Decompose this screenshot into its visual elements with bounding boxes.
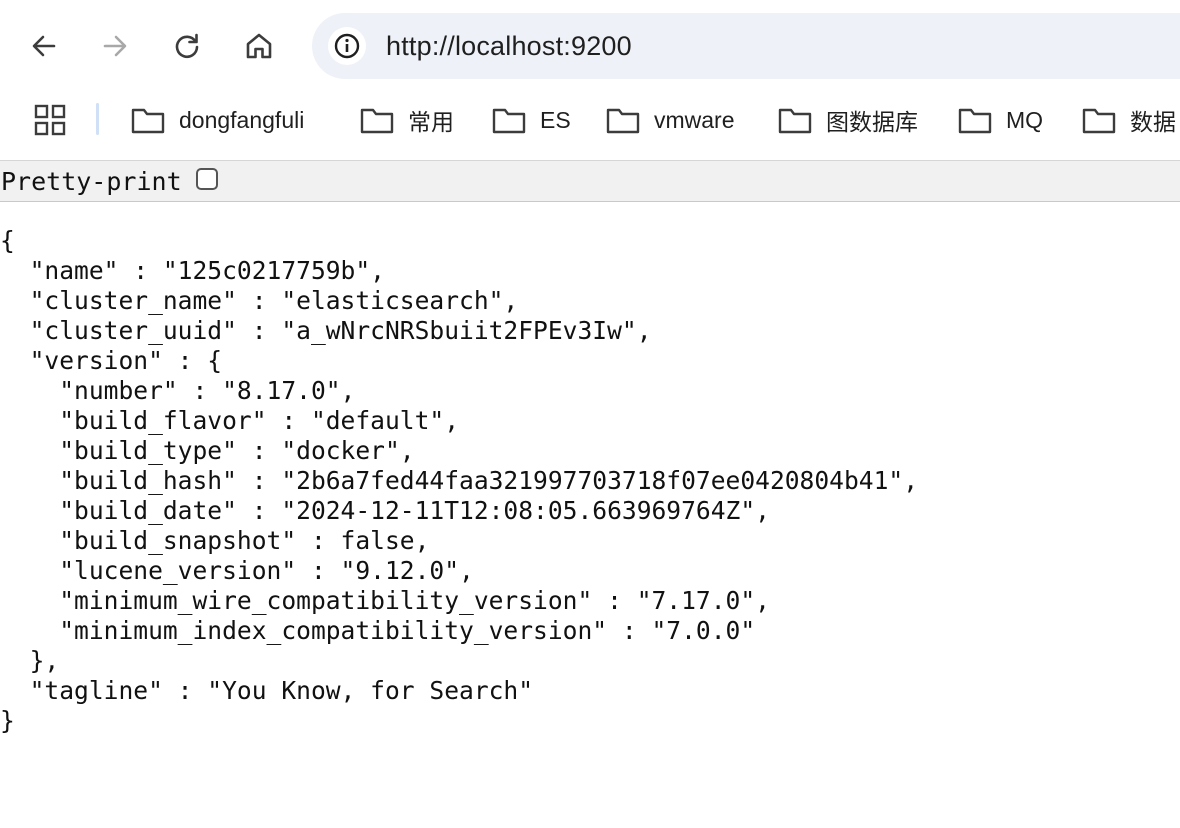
folder-icon bbox=[1082, 106, 1116, 134]
back-arrow-icon bbox=[32, 35, 56, 57]
folder-icon bbox=[958, 106, 992, 134]
reload-icon bbox=[175, 33, 199, 59]
info-icon bbox=[334, 33, 360, 59]
bookmark-label: dongfangfuli bbox=[179, 106, 305, 133]
folder-icon bbox=[131, 106, 165, 134]
bookmark-label: ES bbox=[540, 106, 571, 133]
bookmark-label: 图数据库 bbox=[826, 109, 918, 135]
forward-button[interactable] bbox=[93, 24, 137, 68]
address-bar[interactable]: http://localhost:9200 bbox=[312, 13, 1180, 79]
bookmarks-bar: dongfangfuli 常用 ES vmware 图数据库 MQ 数据 bbox=[0, 88, 1180, 161]
back-button[interactable] bbox=[22, 24, 66, 68]
bookmark-label: 数据 bbox=[1130, 109, 1176, 135]
bookmark-folder-data[interactable]: 数据 bbox=[1082, 102, 1176, 138]
bookmark-folder-es[interactable]: ES bbox=[492, 102, 571, 138]
browser-toolbar: http://localhost:9200 bbox=[0, 0, 1180, 88]
bookmark-label: MQ bbox=[1006, 106, 1044, 133]
bookmark-folder-vmware[interactable]: vmware bbox=[606, 102, 735, 138]
home-icon bbox=[246, 33, 272, 59]
reload-button[interactable] bbox=[165, 24, 209, 68]
folder-icon bbox=[492, 106, 526, 134]
url-text[interactable]: http://localhost:9200 bbox=[386, 31, 632, 62]
bookmark-folder-changyong[interactable]: 常用 bbox=[360, 102, 454, 138]
json-response-body: { "name" : "125c0217759b", "cluster_name… bbox=[0, 226, 919, 735]
bookmark-folder-graph-db[interactable]: 图数据库 bbox=[778, 102, 918, 138]
folder-icon bbox=[606, 106, 640, 134]
forward-arrow-icon bbox=[103, 35, 127, 57]
site-info-button[interactable] bbox=[328, 27, 366, 65]
pretty-print-bar: Pretty-print bbox=[0, 161, 1180, 202]
pretty-print-checkbox[interactable] bbox=[196, 168, 218, 190]
bookmark-label: 常用 bbox=[408, 109, 454, 135]
folder-icon bbox=[778, 106, 812, 134]
bookmark-folder-dongfangfuli[interactable]: dongfangfuli bbox=[131, 102, 304, 138]
bookmark-label: vmware bbox=[654, 106, 735, 133]
bookmarks-divider bbox=[96, 103, 99, 135]
home-button[interactable] bbox=[237, 24, 281, 68]
bookmark-folder-mq[interactable]: MQ bbox=[958, 102, 1043, 138]
apps-button[interactable] bbox=[34, 104, 70, 140]
folder-icon bbox=[360, 106, 394, 134]
pretty-print-label: Pretty-print bbox=[1, 167, 182, 196]
apps-grid-icon bbox=[34, 104, 66, 136]
